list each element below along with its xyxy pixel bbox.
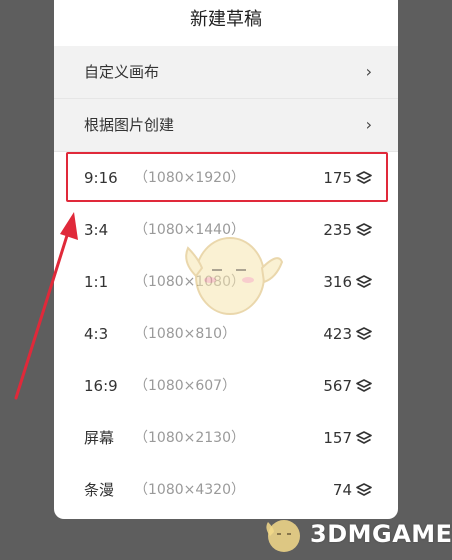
layers-icon — [356, 483, 372, 496]
size-option-comic-strip[interactable]: 条漫 （1080×4320） 74 — [54, 464, 398, 516]
size-option-1-1[interactable]: 1:1 （1080×1080） 316 — [54, 256, 398, 308]
layers-icon — [356, 171, 372, 184]
draft-count: 423 — [323, 325, 352, 343]
resolution-label: （1080×1920） — [134, 170, 245, 186]
size-option-3-4[interactable]: 3:4 （1080×1440） 235 — [54, 204, 398, 256]
create-from-image-option[interactable]: 根据图片创建 › — [54, 99, 398, 152]
chevron-right-icon: › — [365, 115, 372, 134]
size-option-screen[interactable]: 屏幕 （1080×2130） 157 — [54, 412, 398, 464]
size-option-4-3[interactable]: 4:3 （1080×810） 423 — [54, 308, 398, 360]
chevron-right-icon: › — [365, 62, 372, 81]
resolution-label: （1080×607） — [134, 378, 237, 394]
resolution-label: （1080×1080） — [134, 274, 245, 290]
resolution-label: （1080×810） — [134, 326, 237, 342]
resolution-label: （1080×1440） — [134, 222, 245, 238]
watermark: 3DMGAME — [262, 512, 452, 556]
draft-count: 316 — [323, 273, 352, 291]
layers-icon — [356, 275, 372, 288]
layers-icon — [356, 431, 372, 444]
option-label: 根据图片创建 — [84, 116, 175, 134]
layers-icon — [356, 223, 372, 236]
ratio-label: 9:16 — [84, 169, 118, 187]
watermark-mascot-icon — [266, 520, 300, 552]
resolution-label: （1080×4320） — [134, 482, 245, 498]
new-draft-dialog: 新建草稿 自定义画布 › 根据图片创建 › 9:16 （1080×1920） 1… — [54, 0, 398, 519]
ratio-label: 3:4 — [84, 221, 109, 239]
ratio-label: 1:1 — [84, 273, 109, 291]
custom-canvas-option[interactable]: 自定义画布 › — [54, 46, 398, 99]
draft-count: 235 — [323, 221, 352, 239]
option-label: 自定义画布 — [84, 63, 160, 81]
size-option-9-16[interactable]: 9:16 （1080×1920） 175 — [54, 152, 398, 204]
draft-count: 157 — [323, 429, 352, 447]
dialog-title: 新建草稿 — [190, 9, 262, 30]
draft-count: 175 — [323, 169, 352, 187]
layers-icon — [356, 327, 372, 340]
size-option-16-9[interactable]: 16:9 （1080×607） 567 — [54, 360, 398, 412]
layers-icon — [356, 379, 372, 392]
draft-count: 567 — [323, 377, 352, 395]
watermark-text: 3DMGAME — [310, 520, 452, 548]
ratio-label: 4:3 — [84, 325, 109, 343]
resolution-label: （1080×2130） — [134, 430, 245, 446]
ratio-label: 屏幕 — [84, 429, 115, 447]
draft-count: 74 — [332, 481, 352, 499]
ratio-label: 条漫 — [84, 481, 115, 499]
ratio-label: 16:9 — [84, 377, 118, 395]
